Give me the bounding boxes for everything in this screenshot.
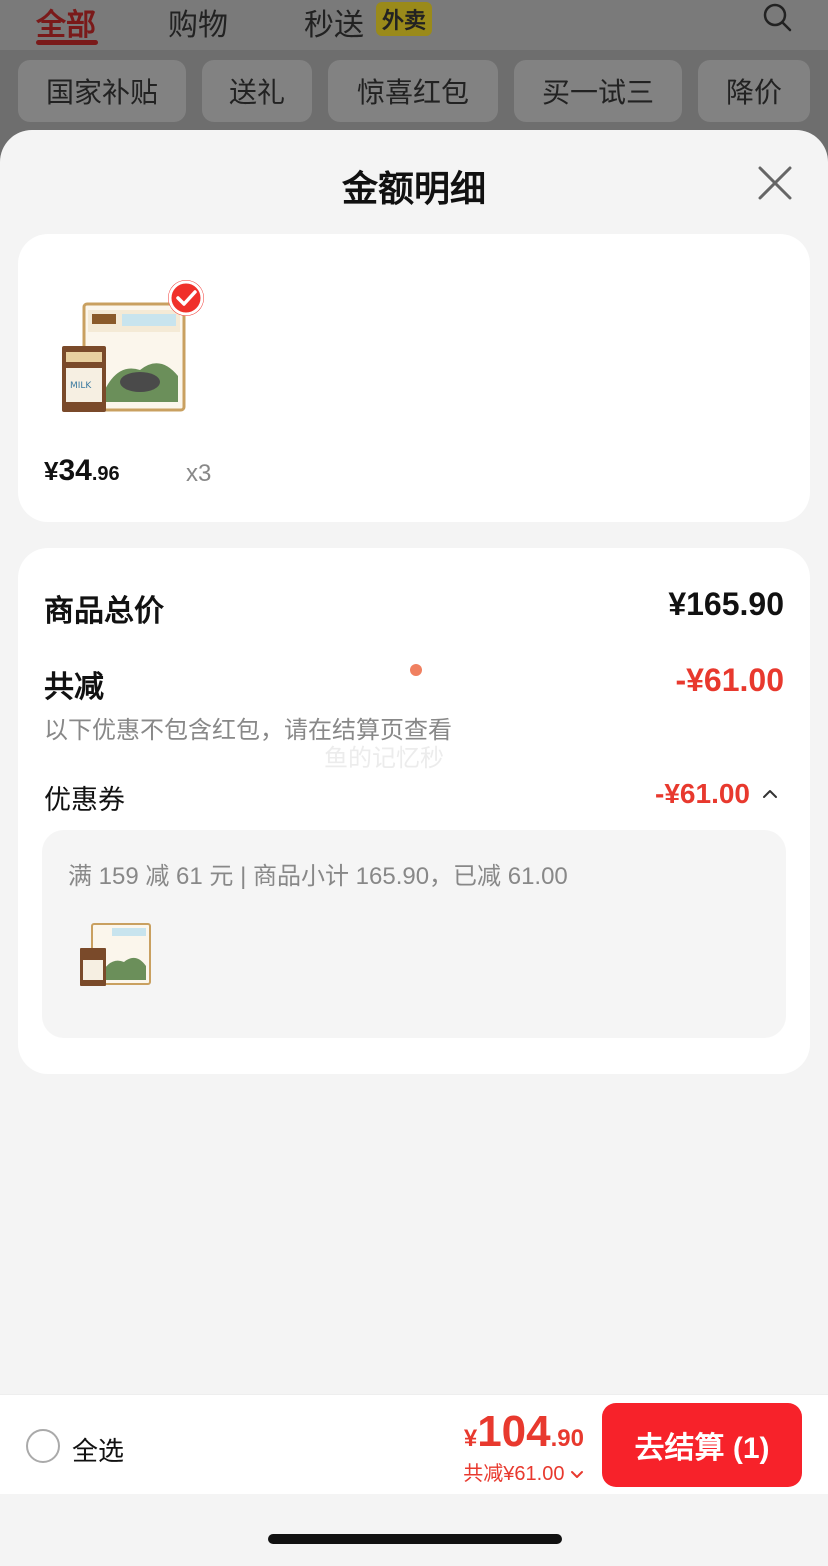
subtotal-label: 商品总价: [44, 595, 164, 628]
chip-price-drop[interactable]: 降价: [698, 60, 810, 122]
total-discount[interactable]: 共减¥61.00: [463, 1457, 584, 1486]
product-unit-price: ¥34.96: [44, 454, 120, 487]
coupon-value[interactable]: -¥61.00: [655, 778, 750, 810]
sheet-title: 金额明细: [341, 168, 486, 209]
chip-surprise-redpacket[interactable]: 惊喜红包: [328, 60, 498, 122]
indicator-dot: [410, 664, 422, 676]
discount-label: 共减: [44, 671, 104, 704]
chevron-up-icon[interactable]: [760, 784, 780, 804]
svg-text:MILK: MILK: [70, 381, 92, 391]
select-all-radio[interactable]: [26, 1429, 60, 1463]
chip-gift[interactable]: 送礼: [202, 60, 312, 122]
subtotal-value: ¥165.90: [668, 586, 784, 622]
total-price: ¥104.90: [463, 1407, 584, 1456]
watermark: 鱼的记忆秒: [324, 745, 444, 772]
chip-buy-one-try-three[interactable]: 买一试三: [514, 60, 682, 122]
product-card: MILK ¥34.96 x3: [18, 234, 810, 522]
takeaway-badge: 外卖: [376, 2, 433, 36]
search-icon[interactable]: [762, 2, 792, 32]
product-quantity: x3: [186, 460, 212, 487]
tab-express[interactable]: 秒送: [304, 0, 364, 44]
checked-icon[interactable]: [168, 280, 204, 316]
coupon-detail-box: 满 159 减 61 元 | 商品小计 165.90，已减 61.00: [42, 830, 786, 1038]
product-image[interactable]: MILK: [58, 298, 208, 418]
coupon-label: 优惠券: [44, 785, 125, 815]
chip-national-subsidy[interactable]: 国家补贴: [18, 60, 186, 122]
background-tab-bar: 全部 购物 秒送 外卖: [0, 0, 828, 50]
checkout-bar: 全选 ¥104.90 共减¥61.00 去结算 (1): [0, 1394, 828, 1494]
filter-chips: 国家补贴 送礼 惊喜红包 买一试三 降价: [0, 60, 828, 124]
checkout-button[interactable]: 去结算 (1): [602, 1403, 802, 1487]
coupon-product-thumbnail: [80, 923, 151, 986]
tab-shopping[interactable]: 购物: [168, 0, 228, 44]
tab-all[interactable]: 全部: [36, 0, 96, 44]
home-indicator: [268, 1534, 562, 1544]
coupon-description: 满 159 减 61 元 | 商品小计 165.90，已减 61.00: [68, 863, 568, 890]
discount-value: -¥61.00: [675, 662, 784, 698]
active-tab-underline: [36, 40, 98, 45]
chevron-down-icon[interactable]: [570, 1468, 584, 1482]
close-icon[interactable]: [754, 162, 796, 204]
price-detail-card: 商品总价 ¥165.90 共减 -¥61.00 以下优惠不包含红包，请在结算页查…: [18, 548, 810, 1074]
amount-detail-sheet: 金额明细 MILK ¥34.96 x3 商品总价 ¥165.90 共减 -¥61…: [0, 130, 828, 1566]
select-all-label[interactable]: 全选: [72, 1431, 124, 1468]
